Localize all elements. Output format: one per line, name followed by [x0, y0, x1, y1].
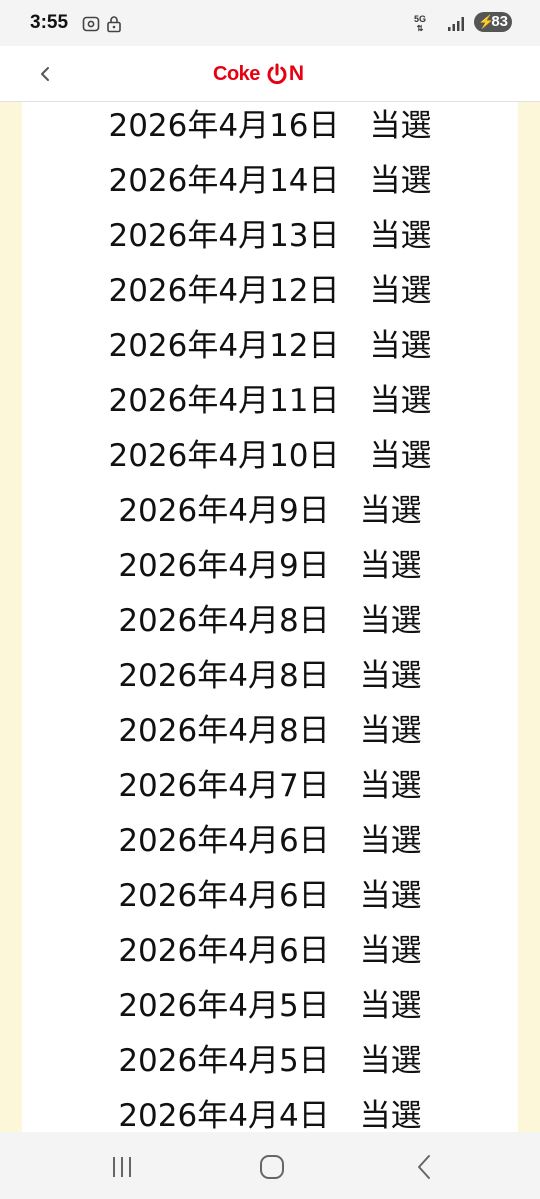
nav-back-button[interactable]: [408, 1152, 440, 1182]
list-item: 2026年4月9日 当選: [22, 484, 518, 539]
entry-status: 当選: [359, 1098, 422, 1132]
home-icon: [260, 1155, 284, 1179]
entry-status: 当選: [359, 878, 422, 914]
entry-status: 当選: [369, 273, 432, 309]
list-item: 2026年4月6日 当選: [22, 924, 518, 979]
entry-status: 当選: [359, 823, 422, 859]
brand-on-mark: N: [266, 62, 304, 86]
power-icon: [267, 63, 287, 85]
status-time: 3:55: [30, 12, 69, 33]
entry-date: 2026年4月5日: [118, 1043, 330, 1079]
list-item: 2026年4月4日 当選: [22, 1089, 518, 1132]
recent-apps-icon: [113, 1157, 131, 1177]
entry-status: 当選: [369, 108, 432, 144]
back-button[interactable]: [30, 58, 62, 90]
network-label: 5G: [413, 14, 426, 24]
entry-date: 2026年4月8日: [118, 658, 330, 694]
lock-icon: [106, 15, 122, 37]
list-item: 2026年4月7日 当選: [22, 759, 518, 814]
brand-logo: Coke N: [213, 59, 304, 89]
signal-icon: [448, 16, 464, 35]
entry-date: 2026年4月6日: [118, 823, 330, 859]
list-item: 2026年4月12日 当選: [22, 319, 518, 374]
entry-status: 当選: [369, 383, 432, 419]
entry-date: 2026年4月11日: [108, 383, 340, 419]
entry-date: 2026年4月13日: [108, 218, 340, 254]
screenshot-icon: [82, 15, 100, 37]
list-item: 2026年4月8日 当選: [22, 704, 518, 759]
list-item: 2026年4月13日 当選: [22, 209, 518, 264]
back-icon: [418, 1155, 430, 1179]
battery-charging-icon: ⚡ 83: [474, 12, 512, 32]
system-nav-bar: [0, 1132, 540, 1199]
entry-date: 2026年4月6日: [118, 878, 330, 914]
back-chevron-icon: [41, 67, 49, 81]
entry-status: 当選: [369, 163, 432, 199]
entry-date: 2026年4月12日: [108, 328, 340, 364]
entry-status: 当選: [359, 603, 422, 639]
status-bar: 3:55 5G ⇅ ⚡ 83: [0, 0, 540, 46]
list-item: 2026年4月9日 当選: [22, 539, 518, 594]
entry-date: 2026年4月4日: [118, 1098, 330, 1132]
entry-date: 2026年4月16日: [108, 108, 340, 144]
brand-name: Coke: [213, 62, 260, 85]
list-item: 2026年4月8日 当選: [22, 594, 518, 649]
entry-status: 当選: [359, 988, 422, 1024]
list-item: 2026年4月16日 当選: [22, 102, 518, 154]
entry-status: 当選: [359, 548, 422, 584]
entry-status: 当選: [359, 768, 422, 804]
entry-status: 当選: [369, 218, 432, 254]
brand-on-letter: N: [288, 62, 305, 85]
network-5g-icon: 5G ⇅: [413, 14, 426, 34]
home-button[interactable]: [256, 1152, 288, 1182]
entry-date: 2026年4月5日: [118, 988, 330, 1024]
content-area: 2026年4月16日 当選 2026年4月14日 当選 2026年4月13日 当選 2026…: [0, 102, 540, 1132]
list-item: 2026年4月14日 当選: [22, 154, 518, 209]
list-item: 2026年4月11日 当選: [22, 374, 518, 429]
entry-date: 2026年4月6日: [118, 933, 330, 969]
entry-status: 当選: [359, 658, 422, 694]
entry-date: 2026年4月7日: [118, 768, 330, 804]
entry-date: 2026年4月8日: [118, 603, 330, 639]
app-header: Coke N: [0, 46, 540, 102]
entry-date: 2026年4月12日: [108, 273, 340, 309]
entry-date: 2026年4月10日: [108, 438, 340, 474]
entry-date: 2026年4月9日: [118, 548, 330, 584]
list-item: 2026年4月5日 当選: [22, 1034, 518, 1089]
list-item: 2026年4月5日 当選: [22, 979, 518, 1034]
lottery-history-panel[interactable]: 2026年4月16日 当選 2026年4月14日 当選 2026年4月13日 当選 2026…: [22, 102, 518, 1132]
entry-date: 2026年4月14日: [108, 163, 340, 199]
entry-status: 当選: [359, 1043, 422, 1079]
list-item: 2026年4月12日 当選: [22, 264, 518, 319]
entry-status: 当選: [359, 933, 422, 969]
entry-status: 当選: [369, 328, 432, 364]
entry-date: 2026年4月8日: [118, 713, 330, 749]
list-item: 2026年4月6日 当選: [22, 814, 518, 869]
entry-date: 2026年4月9日: [118, 493, 330, 529]
recent-apps-button[interactable]: [106, 1152, 138, 1182]
list-item: 2026年4月6日 当選: [22, 869, 518, 924]
entry-status: 当選: [359, 493, 422, 529]
list-item: 2026年4月10日 当選: [22, 429, 518, 484]
entry-status: 当選: [359, 713, 422, 749]
entry-status: 当選: [369, 438, 432, 474]
list-item: 2026年4月8日 当選: [22, 649, 518, 704]
